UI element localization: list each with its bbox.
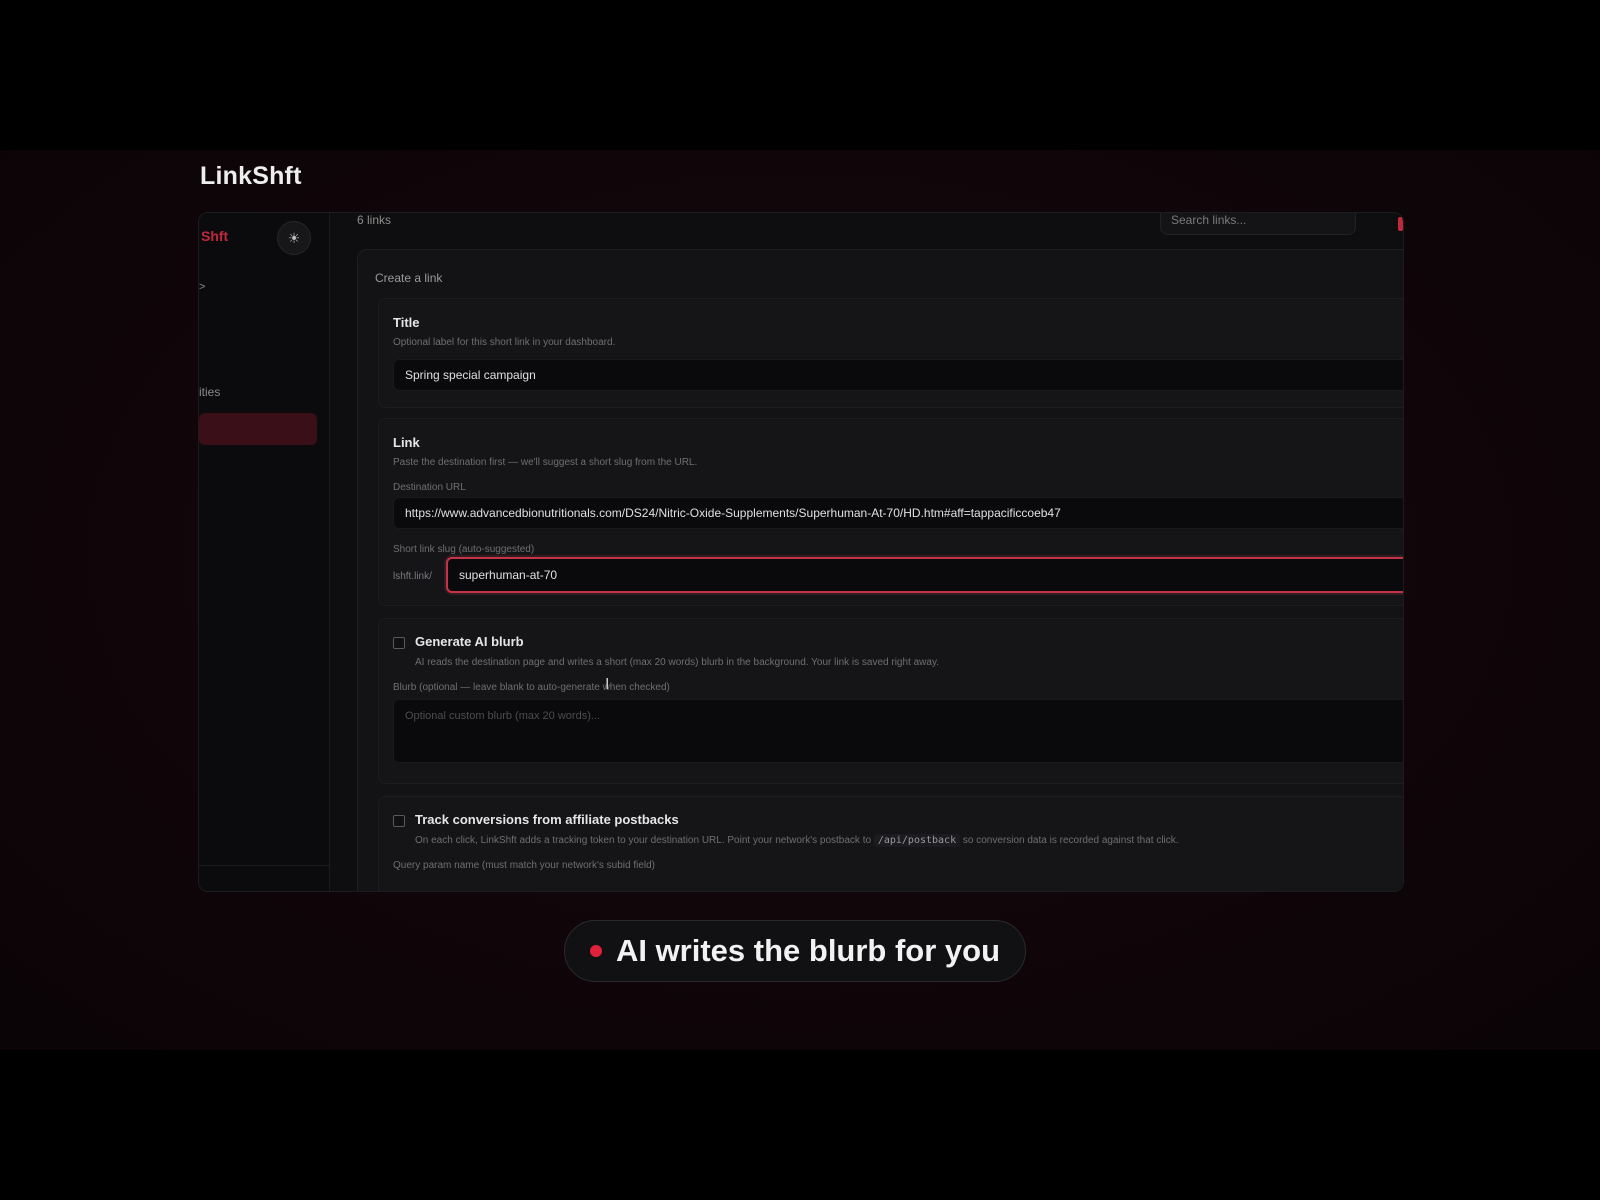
generate-blurb-label[interactable]: Generate AI blurb — [415, 634, 524, 649]
slug-input[interactable]: superhuman-at-70 — [446, 557, 1403, 593]
blurb-section: Generate AI blurb AI reads the destinati… — [378, 618, 1403, 784]
title-label: Title — [393, 315, 420, 330]
track-conversions-checkbox[interactable] — [393, 815, 405, 827]
query-param-label: Query param name (must match your networ… — [393, 860, 656, 871]
caption-pill: AI writes the blurb for you — [564, 920, 1026, 982]
track-conversions-label[interactable]: Track conversions from affiliate postbac… — [415, 812, 679, 827]
generate-blurb-checkbox[interactable] — [393, 637, 405, 649]
link-help: Paste the destination first — we'll sugg… — [393, 457, 698, 468]
link-label: Link — [393, 435, 420, 450]
theme-toggle-button[interactable]: ☀ — [277, 221, 311, 255]
main-content: 6 links Create a link Title Optional lab… — [330, 213, 1403, 891]
create-link-card: Create a link Title Optional label for t… — [357, 249, 1403, 891]
sidebar-item-activities[interactable]: ities — [199, 385, 220, 399]
slug-prefix: lshft.link/ — [393, 571, 432, 582]
postback-path-code: /api/postback — [873, 834, 961, 847]
tracking-section: Track conversions from affiliate postbac… — [378, 796, 1403, 891]
sidebar-logo[interactable]: Shft — [201, 228, 228, 244]
caption-text: AI writes the blurb for you — [615, 933, 1001, 968]
sidebar: Shft ☀ > ities — [199, 213, 330, 891]
destination-url-label: Destination URL — [393, 482, 466, 493]
sun-icon: ☀ — [287, 229, 301, 246]
app-window: Shft ☀ > ities 6 links Create a link Tit… — [198, 212, 1404, 892]
record-dot-icon — [589, 945, 602, 957]
track-help-after: so conversion data is recorded against t… — [962, 835, 1179, 846]
link-section: Link Paste the destination first — we'll… — [378, 418, 1403, 606]
generate-blurb-help: AI reads the destination page and writes… — [415, 657, 939, 668]
sidebar-divider — [199, 865, 329, 866]
sidebar-item-fragment[interactable]: > — [199, 281, 205, 293]
destination-url-input[interactable]: https://www.advancedbionutritionals.com/… — [393, 497, 1403, 529]
title-help: Optional label for this short link in yo… — [393, 337, 616, 348]
blurb-field-label: Blurb (optional — leave blank to auto-ge… — [393, 682, 670, 693]
card-title: Create a link — [375, 271, 443, 285]
text-cursor-icon: I — [605, 676, 610, 693]
track-conversions-help: On each click, LinkShft adds a tracking … — [415, 834, 1179, 847]
slug-label: Short link slug (auto-suggested) — [393, 544, 535, 555]
sidebar-item-active[interactable] — [199, 413, 317, 445]
brand-title: LinkShft — [200, 162, 302, 190]
blurb-field-label-text: Blurb (optional — leave blank to auto-ge… — [393, 682, 670, 693]
links-count: 6 links — [357, 213, 392, 227]
search-input[interactable] — [1160, 213, 1356, 235]
new-link-button-edge[interactable] — [1398, 217, 1403, 231]
title-input[interactable]: Spring special campaign — [393, 359, 1403, 391]
video-stage: LinkShft Shft ☀ > ities 6 links Create a… — [0, 150, 1600, 1050]
track-help-before: On each click, LinkShft adds a tracking … — [415, 835, 872, 846]
title-section: Title Optional label for this short link… — [378, 298, 1403, 408]
blurb-textarea[interactable]: Optional custom blurb (max 20 words)... — [393, 699, 1403, 763]
